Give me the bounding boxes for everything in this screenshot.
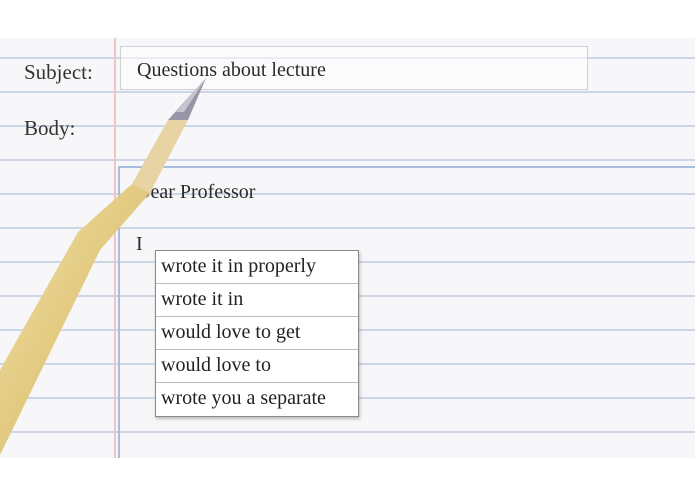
margin-line: [114, 38, 116, 458]
subject-value: Questions about lecture: [137, 59, 326, 81]
body-label: Body:: [24, 116, 76, 140]
suggestion-item[interactable]: would love to: [156, 350, 358, 383]
suggestion-item[interactable]: wrote it in: [156, 284, 358, 317]
notebook-paper: Subject: Questions about lecture Body: D…: [0, 38, 695, 458]
subject-field[interactable]: Questions about lecture: [120, 46, 588, 90]
suggestion-item[interactable]: would love to get: [156, 317, 358, 350]
suggestion-item[interactable]: wrote it in properly: [156, 251, 358, 284]
greeting-text: Dear Professor: [136, 181, 256, 203]
suggestion-item[interactable]: wrote you a separate: [156, 383, 358, 416]
typed-text: I: [136, 233, 143, 255]
autocomplete-list: wrote it in properly wrote it in would l…: [155, 250, 359, 417]
subject-label: Subject:: [24, 60, 93, 84]
